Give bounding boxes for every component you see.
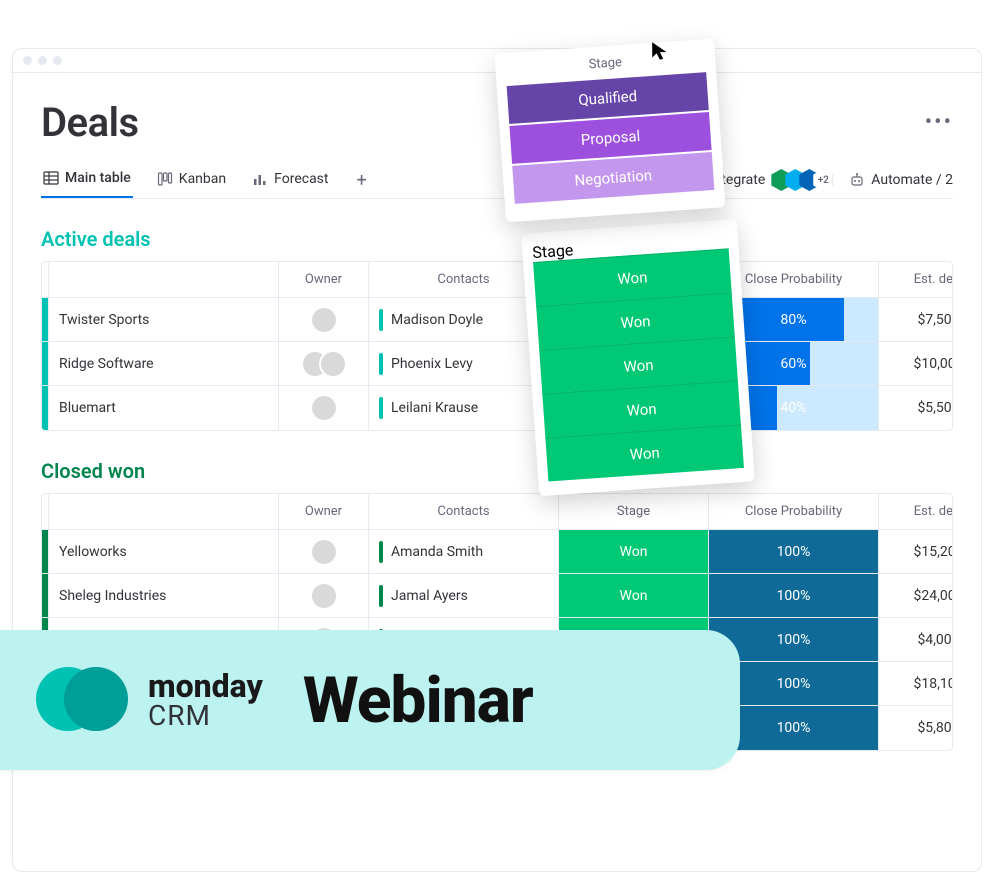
est-deal-cell[interactable]: $15,200 — [878, 530, 953, 573]
monday-crm-logo-icon — [36, 657, 126, 743]
tab-label: Main table — [65, 170, 131, 186]
integration-icons: +2 — [771, 169, 833, 191]
window-dot — [38, 56, 47, 65]
avatar — [310, 538, 338, 566]
avatar — [310, 394, 338, 422]
est-deal-cell[interactable]: $7,500 — [878, 298, 953, 341]
automate-button[interactable]: Automate / 2 — [849, 172, 953, 188]
avatar — [310, 306, 338, 334]
contact-color-bar — [379, 309, 383, 331]
contact-color-bar — [379, 353, 383, 375]
table-row[interactable]: Sheleg Industries Jamal Ayers Won 100% $… — [42, 574, 952, 618]
col-stage[interactable]: Stage — [558, 494, 708, 529]
group-title[interactable]: Active deals — [41, 227, 151, 251]
col-contacts[interactable]: Contacts — [368, 494, 558, 529]
col-owner[interactable]: Owner — [278, 262, 368, 297]
est-deal-cell[interactable]: $5,800 — [878, 706, 953, 750]
table-header: Owner Contacts Stage Close Probability E… — [42, 494, 952, 530]
contact-color-bar — [379, 541, 383, 563]
app-icon-more: +2 — [813, 169, 833, 191]
est-deal-cell[interactable]: $24,000 — [878, 574, 953, 617]
col-est-deal[interactable]: Est. deal — [878, 262, 953, 297]
cursor-icon — [650, 40, 672, 62]
page-title: Deals — [41, 99, 139, 146]
contact-name: Jamal Ayers — [391, 588, 468, 604]
owner-cell[interactable] — [278, 386, 368, 430]
contact-cell[interactable]: Jamal Ayers — [368, 574, 558, 617]
stage-won-popover: Stage WonWonWonWonWon — [521, 219, 755, 496]
brand-line1: monday — [148, 670, 263, 702]
deal-name-cell[interactable]: Twister Sports — [48, 298, 278, 341]
owner-cell[interactable] — [278, 574, 368, 617]
contact-cell[interactable]: Amanda Smith — [368, 530, 558, 573]
stage-options-popover: Stage QualifiedProposalNegotiation — [494, 39, 725, 223]
group-active-deals: Active deals Owner Contacts Stage Close … — [41, 227, 953, 431]
est-deal-cell[interactable]: $4,000 — [878, 618, 953, 661]
kanban-icon — [157, 171, 173, 187]
est-deal-cell[interactable]: $5,500 — [878, 386, 953, 430]
col-est-deal[interactable]: Est. deal — [878, 494, 953, 529]
deal-name-cell[interactable]: Sheleg Industries — [48, 574, 278, 617]
table-row[interactable]: Twister Sports Madison Doyle Qualified 8… — [42, 298, 952, 342]
table-row[interactable]: Ridge Software Phoenix Levy Proposal 60%… — [42, 342, 952, 386]
table-icon — [43, 170, 59, 186]
tab-label: Kanban — [179, 171, 226, 187]
tab-main-table[interactable]: Main table — [41, 162, 133, 198]
contact-color-bar — [379, 397, 383, 419]
col-close-probability[interactable]: Close Probability — [708, 494, 878, 529]
owner-cell[interactable] — [278, 530, 368, 573]
owner-cell[interactable] — [278, 342, 368, 385]
deal-name-cell[interactable]: Yelloworks — [48, 530, 278, 573]
deal-name-cell[interactable]: Ridge Software — [48, 342, 278, 385]
contact-cell[interactable]: Leilani Krause — [368, 386, 558, 430]
brand-line2: CRM — [148, 702, 263, 730]
integrate-button[interactable]: Integrate +2 — [710, 169, 834, 191]
contact-name: Phoenix Levy — [391, 356, 473, 372]
automate-label: Automate / 2 — [871, 172, 953, 188]
owner-cell[interactable] — [278, 298, 368, 341]
avatar — [310, 582, 338, 610]
more-options-button[interactable]: ••• — [925, 110, 953, 135]
view-tabs: Main table Kanban Forecast + Integrate — [41, 162, 953, 199]
banner-title: Webinar — [303, 663, 533, 738]
group-title[interactable]: Closed won — [41, 459, 145, 483]
avatar — [319, 350, 347, 378]
contact-name: Amanda Smith — [391, 544, 483, 560]
table-header: Owner Contacts Stage Close Probability E… — [42, 262, 952, 298]
close-probability-cell[interactable]: 100% — [708, 574, 878, 617]
deals-table-active: Owner Contacts Stage Close Probability E… — [41, 261, 953, 431]
tab-kanban[interactable]: Kanban — [155, 163, 228, 197]
table-row[interactable]: Yelloworks Amanda Smith Won 100% $15,200 — [42, 530, 952, 574]
est-deal-cell[interactable]: $10,000 — [878, 342, 953, 385]
tab-label: Forecast — [274, 171, 328, 187]
chart-icon — [252, 171, 268, 187]
contact-name: Madison Doyle — [391, 312, 483, 328]
stage-cell[interactable]: Won — [558, 574, 708, 617]
col-owner[interactable]: Owner — [278, 494, 368, 529]
brand-name: monday CRM — [148, 670, 263, 730]
add-view-button[interactable]: + — [353, 170, 371, 191]
tab-forecast[interactable]: Forecast — [250, 163, 330, 197]
stage-cell[interactable]: Won — [558, 530, 708, 573]
close-probability-cell[interactable]: 100% — [708, 530, 878, 573]
contact-name: Leilani Krause — [391, 400, 478, 416]
deal-name-cell[interactable]: Bluemart — [48, 386, 278, 430]
contact-color-bar — [379, 585, 383, 607]
table-row[interactable]: Bluemart Leilani Krause Negotiation 40% … — [42, 386, 952, 430]
webinar-banner: monday CRM Webinar — [0, 630, 740, 770]
window-dot — [23, 56, 32, 65]
window-dot — [53, 56, 62, 65]
est-deal-cell[interactable]: $18,100 — [878, 662, 953, 705]
robot-icon — [849, 172, 865, 188]
